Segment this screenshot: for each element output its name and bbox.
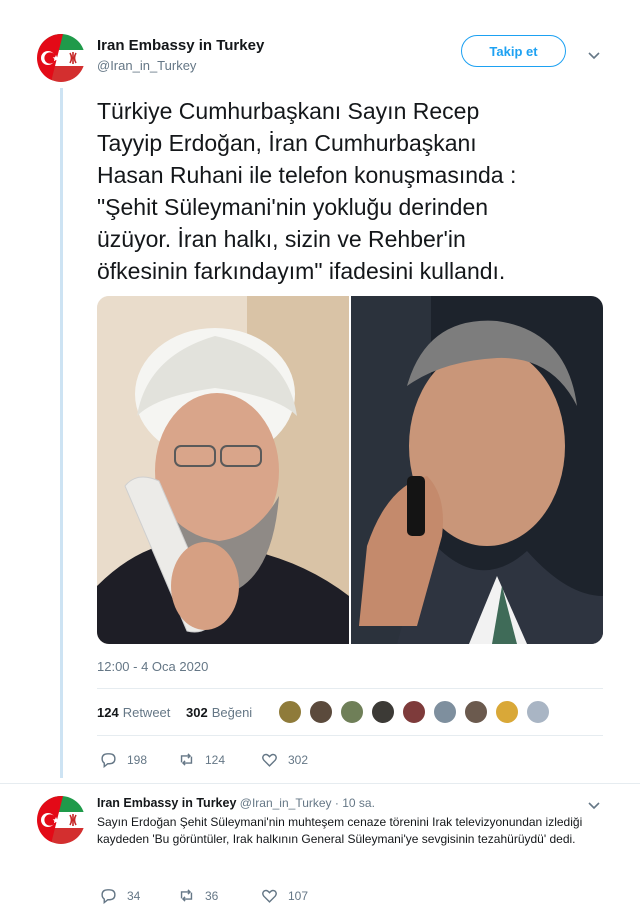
like-stat[interactable]: 302 Beğeni [186, 705, 252, 720]
reply-count: 198 [127, 752, 148, 767]
retweet-button[interactable]: 124 [178, 751, 225, 768]
reply-icon [101, 889, 116, 904]
tweet-text: Türkiye Cumhurbaşkanı Sayın Recep Tayyip… [97, 98, 517, 284]
liker-avatar[interactable] [309, 700, 333, 724]
liker-avatars [278, 700, 557, 724]
author-handle[interactable]: @Iran_in_Turkey [97, 58, 196, 73]
reply-author-name[interactable]: Iran Embassy in Turkey [97, 796, 236, 810]
like-stat-label: Beğeni [211, 705, 253, 720]
tweet-timestamp[interactable]: 12:00 - 4 Oca 2020 [97, 659, 208, 674]
liker-avatar[interactable] [340, 700, 364, 724]
liker-avatar[interactable] [433, 700, 457, 724]
reply-like-count: 107 [288, 888, 309, 903]
retweet-count: 124 [97, 705, 119, 720]
retweet-stat-label: Retweet [122, 705, 171, 720]
reply-header: Iran Embassy in Turkey @Iran_in_Turkey ·… [97, 796, 375, 810]
liker-avatar[interactable] [402, 700, 426, 724]
more-options-chevron-icon[interactable] [585, 47, 603, 65]
liker-avatar[interactable] [464, 700, 488, 724]
reply-more-options-chevron-icon[interactable] [585, 797, 603, 815]
liker-avatar[interactable] [526, 700, 550, 724]
liker-avatar[interactable] [495, 700, 519, 724]
heart-icon [262, 889, 277, 903]
turkey-iran-flag-icon [37, 796, 85, 844]
heart-icon [262, 753, 277, 767]
liker-avatar[interactable] [371, 700, 395, 724]
reply-tweet-text: Sayın Erdoğan Şehit Süleymani'nin muhteş… [97, 815, 583, 846]
retweet-icon [180, 753, 193, 766]
turkey-iran-flag-icon [37, 34, 85, 82]
divider [97, 735, 603, 736]
reply-retweet-count: 36 [205, 888, 219, 903]
retweet-stat[interactable]: 124 Retweet [97, 705, 170, 720]
reply-time-ago[interactable]: · 10 sa. [335, 796, 375, 810]
reply-reply-count: 34 [127, 888, 141, 903]
author-name[interactable]: Iran Embassy in Turkey [97, 37, 264, 54]
photo-collage-image [97, 296, 603, 644]
retweet-count-action: 124 [205, 752, 226, 767]
reply-reply-button[interactable]: 34 [100, 887, 140, 904]
thread-connector-line [60, 88, 63, 778]
liker-avatar[interactable] [278, 700, 302, 724]
divider [97, 688, 603, 689]
reply-author-handle[interactable]: @Iran_in_Turkey [240, 796, 332, 810]
reply-retweet-button[interactable]: 36 [178, 887, 218, 904]
reply-button[interactable]: 198 [100, 751, 147, 768]
like-count: 302 [186, 705, 208, 720]
tweet-separator [0, 783, 640, 784]
reply-like-button[interactable]: 107 [261, 887, 308, 904]
author-avatar[interactable] [37, 34, 85, 82]
follow-button[interactable]: Takip et [461, 35, 566, 67]
like-count-action: 302 [288, 752, 309, 767]
like-button[interactable]: 302 [261, 751, 308, 768]
retweet-icon [180, 889, 193, 902]
tweet-photo[interactable] [97, 296, 603, 644]
reply-icon [101, 753, 116, 768]
reply-author-avatar[interactable] [37, 796, 85, 844]
